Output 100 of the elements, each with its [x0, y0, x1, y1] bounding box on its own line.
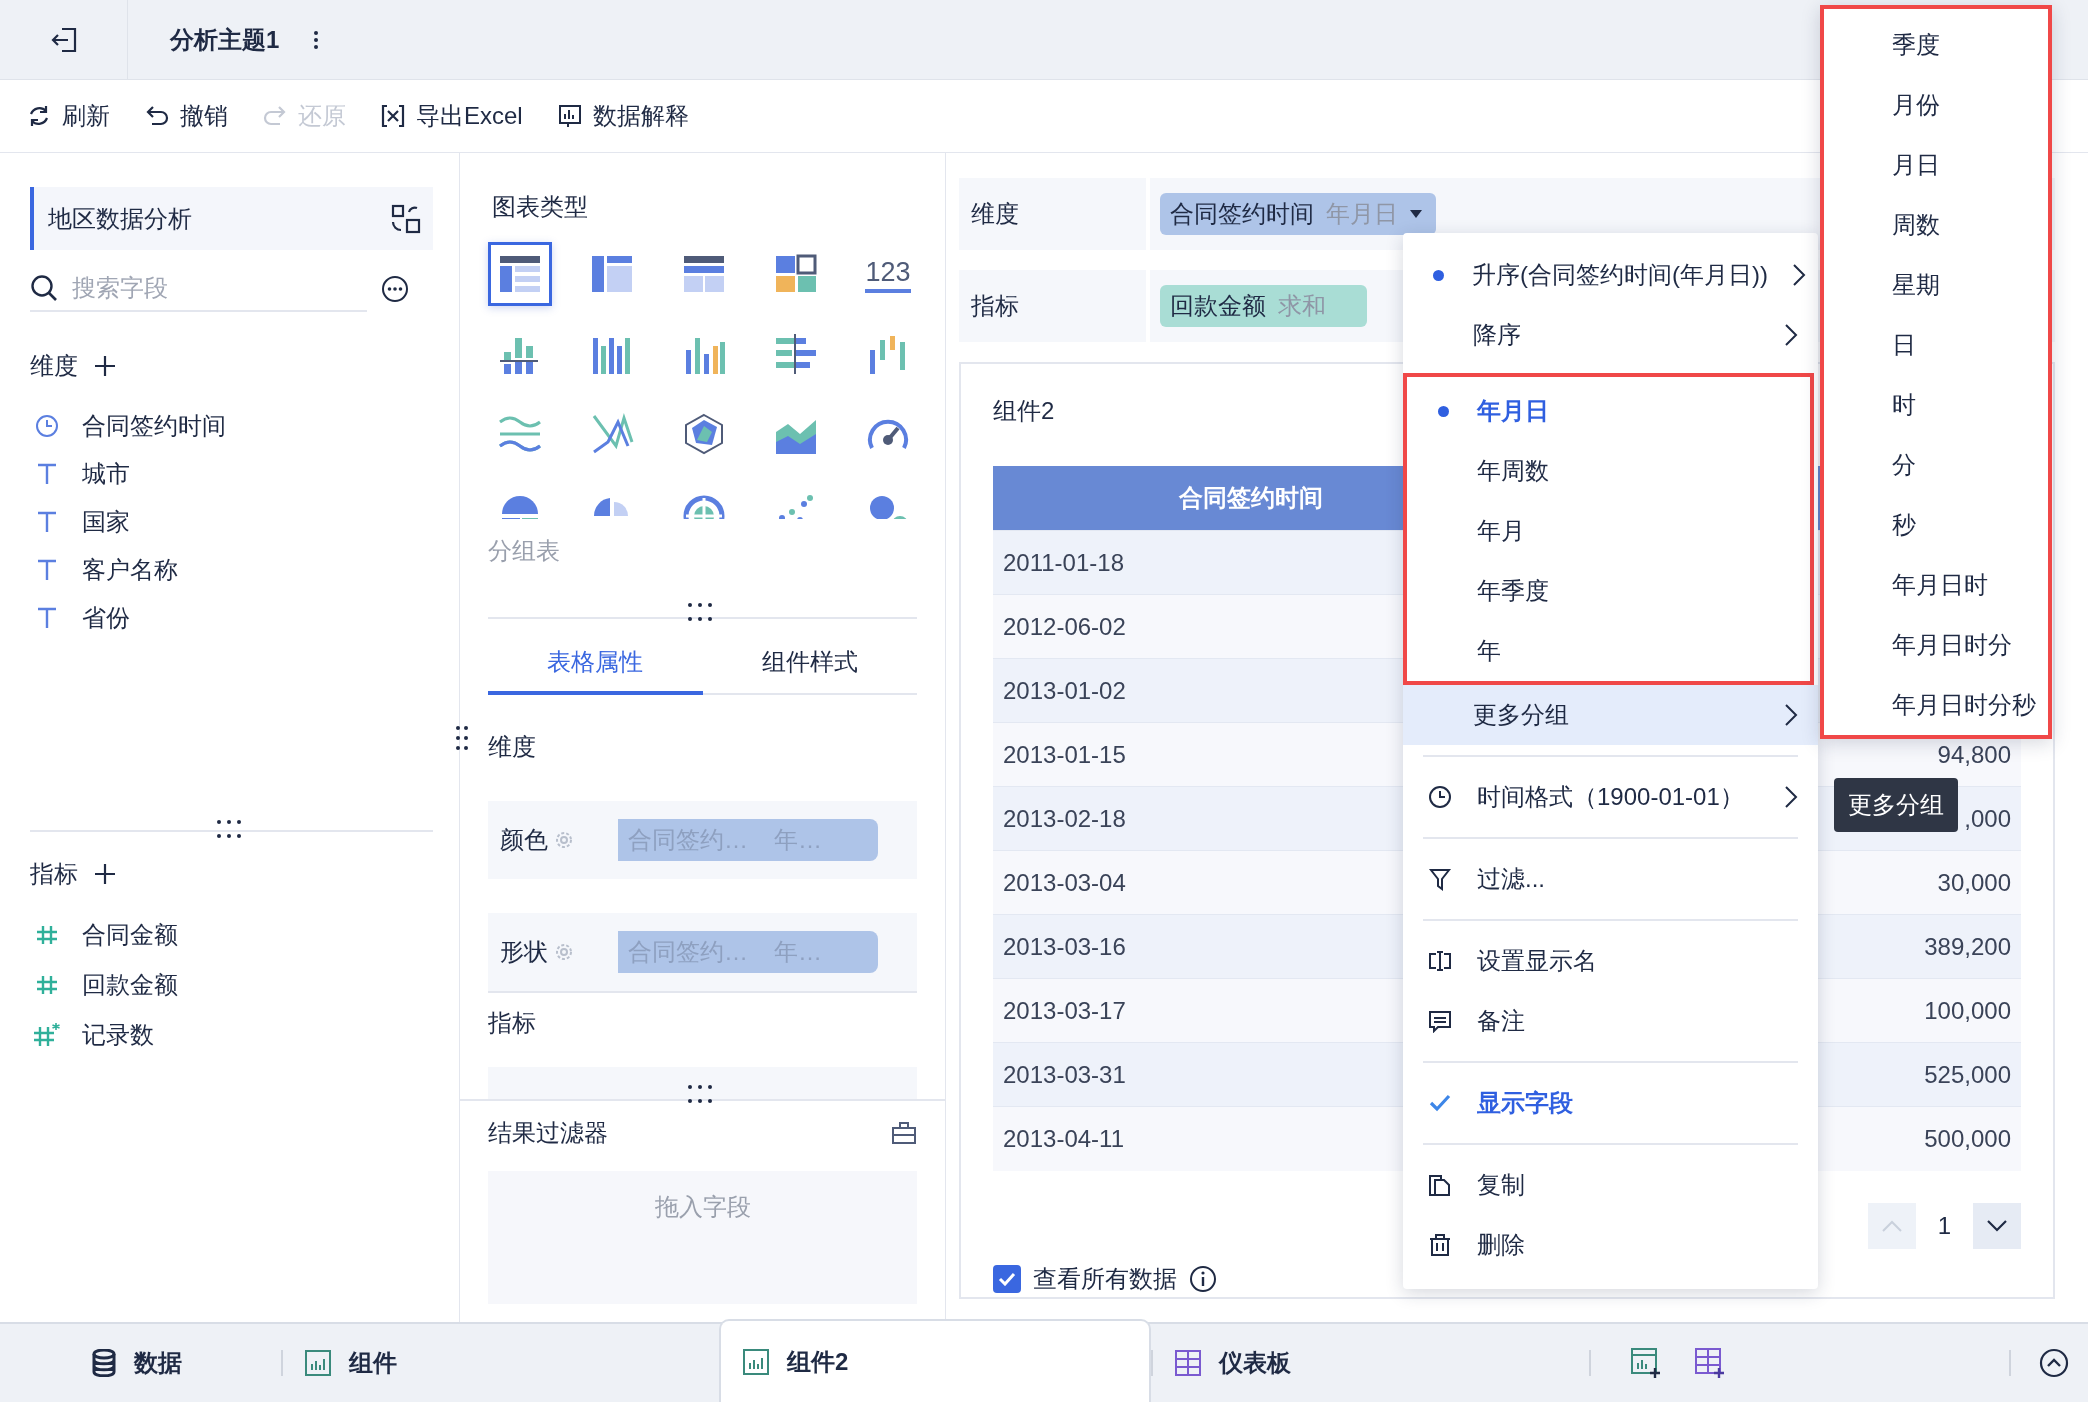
splitter-handle[interactable]	[686, 601, 714, 623]
measure-chip[interactable]: 回款金额 求和	[1160, 285, 1367, 327]
text-type-icon	[36, 558, 58, 582]
field-item[interactable]: 回款金额	[82, 969, 178, 1001]
dataset-name: 地区数据分析	[48, 203, 192, 234]
hash-icon	[33, 1022, 61, 1048]
clock-icon	[1428, 785, 1452, 809]
widget-title: 组件2	[993, 396, 1055, 426]
dataset-selector[interactable]: 地区数据分析	[30, 187, 433, 250]
menu-item[interactable]: 降序	[1403, 305, 1818, 365]
toolbar-button[interactable]: 刷新	[26, 100, 110, 132]
menu-item[interactable]: 周数	[1824, 195, 2048, 255]
field-item[interactable]: 省份	[82, 602, 130, 634]
checkbox-label: 查看所有数据	[1033, 1263, 1177, 1294]
search-icon	[30, 274, 58, 302]
check-icon	[998, 1271, 1016, 1286]
menu-item[interactable]: 删除	[1403, 1215, 1818, 1275]
shelf-label: 维度	[959, 178, 1146, 250]
chip-aggregation: 求和	[1278, 291, 1326, 321]
exit-icon[interactable]	[49, 25, 78, 54]
bottom-tab[interactable]: 组件	[283, 1324, 719, 1402]
chart-type-option[interactable]	[488, 242, 552, 306]
bottom-tab[interactable]: 组件2	[719, 1319, 1151, 1402]
checkbox[interactable]	[993, 1264, 1021, 1293]
menu-item[interactable]: 更多分组	[1403, 685, 1818, 745]
section-title: 结果过滤器	[488, 1118, 608, 1148]
text-type-icon	[36, 510, 58, 534]
tab[interactable]: 表格属性	[488, 633, 703, 695]
chevron-right-icon	[1784, 703, 1798, 727]
menu-item[interactable]: 月份	[1824, 75, 2048, 135]
chip-group: 年月日	[1326, 198, 1398, 230]
chevron-right-icon	[1791, 263, 1806, 287]
field-item[interactable]: 合同金额	[82, 919, 178, 951]
collapse-icon[interactable]	[2039, 1348, 2069, 1378]
chevron-down-icon	[1987, 1219, 2007, 1232]
explain-icon	[556, 103, 583, 129]
switch-icon[interactable]	[391, 203, 421, 234]
more-icon[interactable]	[313, 29, 320, 50]
toolbox-icon[interactable]	[891, 1121, 917, 1145]
add-icon[interactable]	[94, 863, 116, 885]
selected-dot	[1437, 405, 1449, 417]
field-item[interactable]: 客户名称	[82, 554, 178, 586]
splitter-handle[interactable]	[455, 725, 469, 751]
section-title: 指标	[488, 1008, 537, 1037]
menu-item[interactable]: 年月日时分	[1824, 615, 2048, 675]
menu-item[interactable]: 年月日时	[1824, 555, 2048, 615]
menu-item[interactable]: 月日	[1824, 135, 2048, 195]
menu-item[interactable]: 秒	[1824, 495, 2048, 555]
panel-title: 图表类型	[491, 192, 589, 222]
tab[interactable]: 组件样式	[702, 633, 917, 695]
dimension-chip[interactable]: 合同签约时间 年月日	[1160, 193, 1436, 235]
dashboard-icon	[1175, 1350, 1201, 1376]
hash-icon	[35, 973, 59, 997]
toolbar-button[interactable]: 撤销	[144, 100, 228, 132]
add-chart-icon[interactable]	[1631, 1348, 1661, 1378]
property-label: 形状	[500, 937, 548, 967]
property-label: 颜色	[500, 825, 548, 855]
menu-item[interactable]: 季度	[1824, 15, 2048, 75]
text-type-icon	[36, 462, 58, 486]
menu-item[interactable]: 分	[1824, 435, 2048, 495]
info-icon[interactable]	[1189, 1264, 1217, 1293]
menu-item[interactable]: 时	[1824, 375, 2048, 435]
toolbar-button[interactable]: 导出Excel	[380, 100, 523, 132]
section-title: 指标	[30, 859, 78, 889]
field-item[interactable]: 城市	[82, 458, 130, 490]
chart-type-option[interactable]: 123	[856, 242, 920, 306]
more-options-icon[interactable]	[381, 275, 409, 303]
rename-icon	[1428, 949, 1452, 973]
chart-type-icon	[682, 412, 726, 456]
field-item[interactable]: 国家	[82, 506, 130, 538]
menu-item[interactable]: 星期	[1824, 255, 2048, 315]
database-icon	[92, 1349, 116, 1377]
menu-item[interactable]: 年月日	[1407, 381, 1810, 441]
bottom-tab[interactable]: 数据	[0, 1324, 281, 1402]
splitter-handle[interactable]	[215, 818, 243, 840]
field-item[interactable]: 合同签约时间	[82, 410, 226, 442]
copy-icon	[1428, 1173, 1452, 1197]
chart-type-label: 分组表	[488, 536, 561, 565]
chip-field: 合同签约时间	[1170, 198, 1314, 230]
menu-item[interactable]: 升序(合同签约时间(年月日))	[1403, 245, 1818, 305]
toolbar-button[interactable]: 数据解释	[556, 100, 689, 132]
menu-item[interactable]: 日	[1824, 315, 2048, 375]
bottom-tab[interactable]: 仪表板	[1153, 1324, 1589, 1402]
chart-icon	[743, 1349, 769, 1375]
search-field[interactable]: 搜索字段	[72, 271, 332, 305]
clock-icon	[35, 414, 59, 438]
splitter-handle[interactable]	[686, 1083, 714, 1105]
chart-type-icon	[774, 332, 818, 376]
chevron-right-icon	[1784, 323, 1798, 347]
add-icon[interactable]	[94, 355, 116, 377]
filter-icon	[1428, 867, 1452, 891]
chart-type-icon	[590, 412, 634, 456]
trash-icon	[1428, 1233, 1452, 1257]
field-item[interactable]: 记录数	[82, 1019, 154, 1051]
chevron-up-icon	[1881, 1219, 1902, 1232]
excel-icon	[380, 103, 406, 129]
next-page-button[interactable]	[1973, 1202, 2021, 1249]
note-icon	[1428, 1009, 1452, 1033]
hash-icon	[35, 923, 59, 947]
add-dashboard-icon[interactable]	[1695, 1348, 1725, 1378]
